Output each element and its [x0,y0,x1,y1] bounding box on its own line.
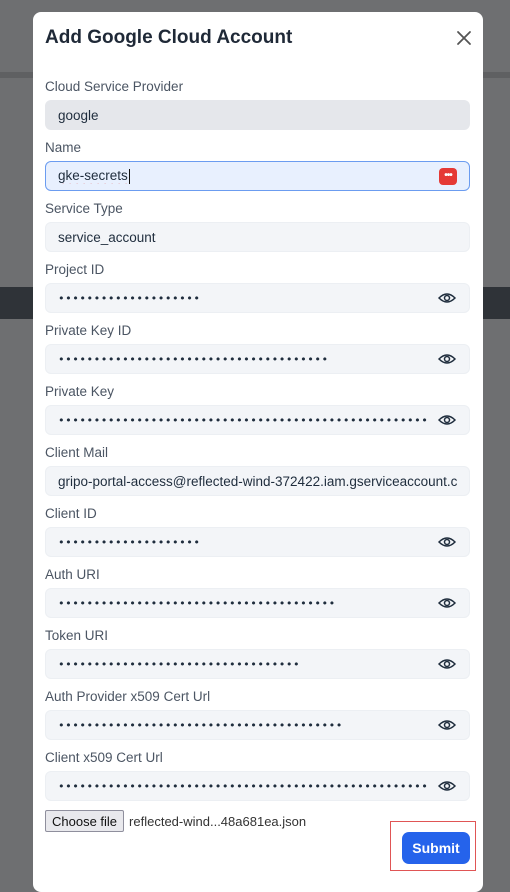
submit-button[interactable]: Submit [402,832,470,864]
eye-icon [438,720,456,730]
auth-uri-input[interactable]: ••••••••••••••••••••••••••••••••••••••• [45,588,470,618]
auth-provider-cert-input[interactable]: •••••••••••••••••••••••••••••••••••••••• [45,710,470,740]
client-id-label: Client ID [45,506,97,521]
service-type-input[interactable]: service_account [45,222,470,252]
private-key-masked-value: ••••••••••••••••••••••••••••••••••••••••… [58,413,429,427]
name-input-text-wrap: gke-secrets [58,168,431,184]
project-id-masked-value: •••••••••••••••••••• [58,291,201,305]
token-uri-reveal-button[interactable] [437,657,457,671]
private-key-id-masked-value: •••••••••••••••••••••••••••••••••••••• [58,352,329,366]
auth-uri-masked-value: ••••••••••••••••••••••••••••••••••••••• [58,596,336,610]
client-id-input[interactable]: •••••••••••••••••••• [45,527,470,557]
private-key-input[interactable]: ••••••••••••••••••••••••••••••••••••••••… [45,405,470,435]
service-type-label: Service Type [45,201,123,216]
private-key-id-input[interactable]: •••••••••••••••••••••••••••••••••••••• [45,344,470,374]
project-id-input[interactable]: •••••••••••••••••••• [45,283,470,313]
client-cert-reveal-button[interactable] [437,779,457,793]
client-cert-masked-value: ••••••••••••••••••••••••••••••••••••••••… [58,779,429,793]
choose-file-button[interactable]: Choose file [45,810,125,832]
eye-icon [438,354,456,364]
client-mail-value: gripo-portal-access@reflected-wind-37242… [58,473,457,489]
client-mail-label: Client Mail [45,445,109,460]
token-uri-input[interactable]: •••••••••••••••••••••••••••••••••• [45,649,470,679]
auth-provider-cert-masked-value: •••••••••••••••••••••••••••••••••••••••• [58,718,343,732]
add-account-modal: Add Google Cloud Account Cloud Service P… [33,12,483,892]
eye-icon [438,415,456,425]
close-icon [457,31,471,45]
client-id-masked-value: •••••••••••••••••••• [58,535,201,549]
eye-icon [438,659,456,669]
text-caret [128,168,130,184]
cloud-provider-field: google [45,100,470,130]
eye-icon [438,293,456,303]
token-uri-label: Token URI [45,628,109,643]
auth-uri-reveal-button[interactable] [437,596,457,610]
project-id-reveal-button[interactable] [437,291,457,305]
service-type-value: service_account [58,229,156,245]
eye-icon [438,537,456,547]
selected-file-name: reflected-wind...48a681ea.json [129,813,307,829]
client-mail-input[interactable]: gripo-portal-access@reflected-wind-37242… [45,466,470,496]
cloud-provider-label: Cloud Service Provider [45,79,184,94]
modal-header: Add Google Cloud Account [33,12,483,66]
cloud-provider-value: google [58,107,99,123]
project-id-label: Project ID [45,262,105,277]
file-upload-row: Choose file reflected-wind...48a681ea.js… [45,810,306,832]
auth-provider-cert-label: Auth Provider x509 Cert Url [45,689,211,704]
name-label: Name [45,140,82,155]
eye-icon [438,781,456,791]
close-button[interactable] [455,29,473,47]
token-uri-masked-value: •••••••••••••••••••••••••••••••••• [58,657,301,671]
client-cert-label: Client x509 Cert Url [45,750,163,765]
client-cert-input[interactable]: ••••••••••••••••••••••••••••••••••••••••… [45,771,470,801]
private-key-id-reveal-button[interactable] [437,352,457,366]
private-key-id-label: Private Key ID [45,323,132,338]
password-manager-icon[interactable]: ••• [439,167,457,185]
eye-icon [438,598,456,608]
name-input[interactable]: gke-secrets ••• [45,161,470,191]
private-key-reveal-button[interactable] [437,413,457,427]
auth-uri-label: Auth URI [45,567,100,582]
client-id-reveal-button[interactable] [437,535,457,549]
auth-provider-cert-reveal-button[interactable] [437,718,457,732]
name-input-value: gke-secrets [58,168,128,184]
private-key-label: Private Key [45,384,115,399]
modal-title: Add Google Cloud Account [45,27,293,48]
